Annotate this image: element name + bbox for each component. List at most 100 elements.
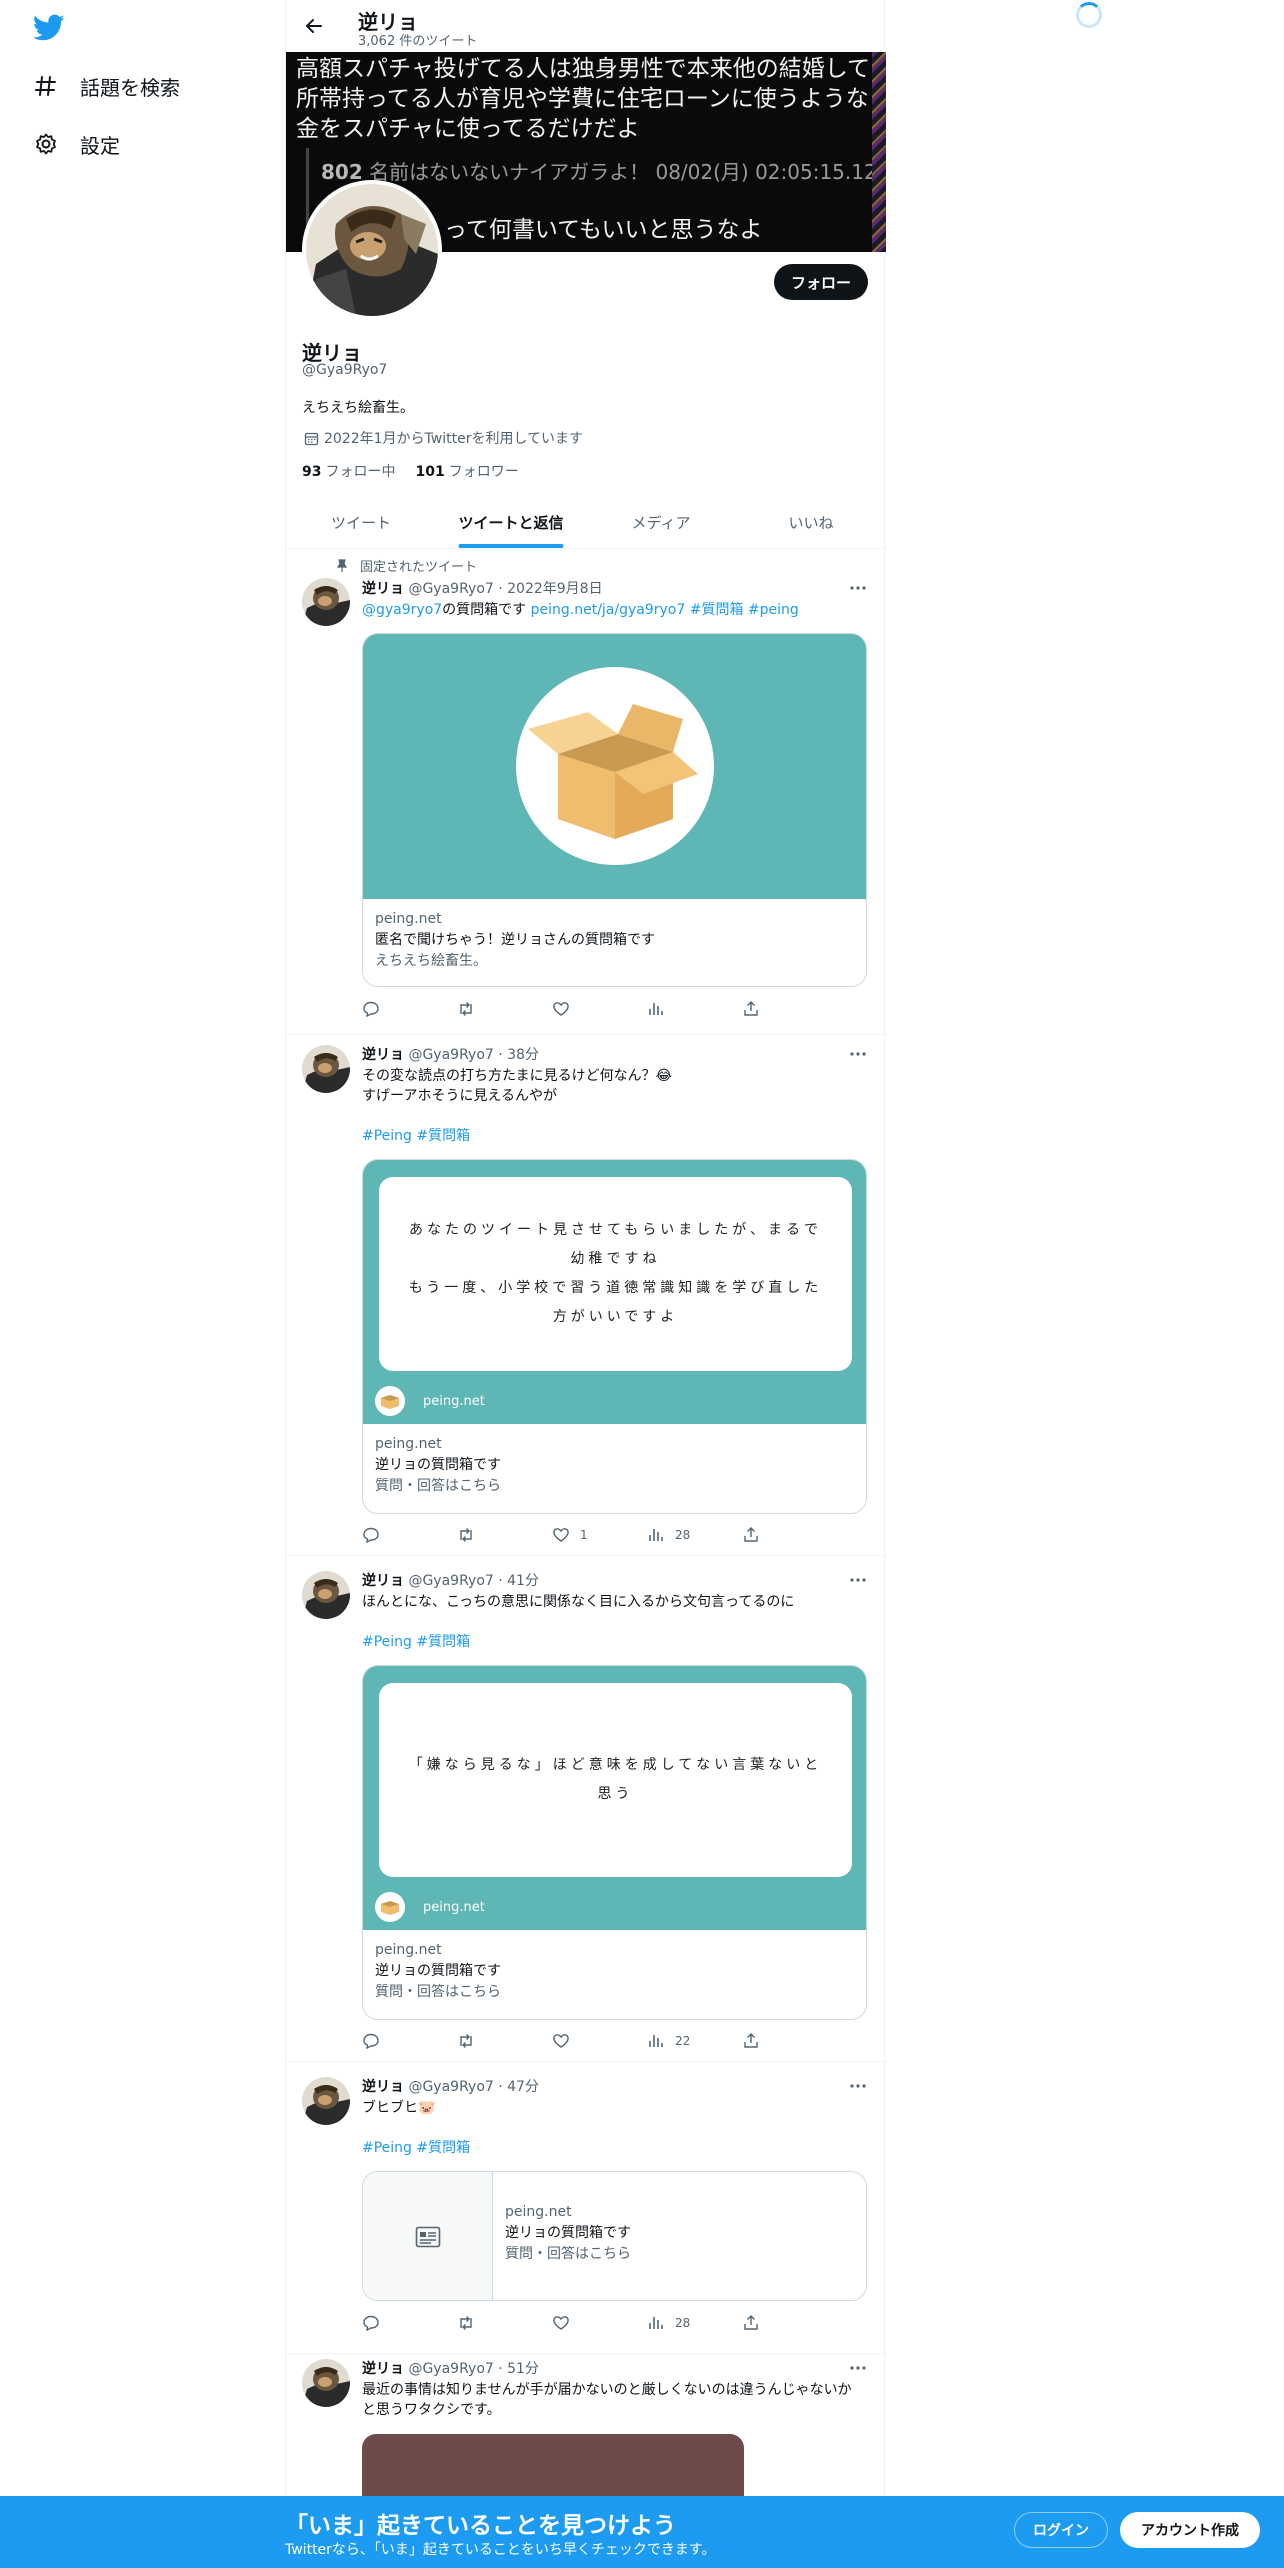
loading-spinner-icon <box>1076 2 1102 28</box>
views-count: 28 <box>675 2316 691 2330</box>
tweet-author-name[interactable]: 逆リョ <box>362 2361 404 2377</box>
retweet-button[interactable] <box>445 999 540 1019</box>
tweet-text: @gya9ryo7の質問箱です peing.net/ja/gya9ryo7 #質… <box>362 600 867 620</box>
signup-banner: 「いま」起きていることを見つけよう Twitterなら、「いま」起きていることを… <box>0 2496 1284 2568</box>
hashtag-icon <box>32 72 60 100</box>
like-button[interactable]: 1 <box>540 1525 635 1545</box>
followers-count: 101 <box>415 464 445 480</box>
more-icon[interactable] <box>848 578 868 598</box>
link-card[interactable]: あなたのツイート見させてもらいましたが、まるで幼稚ですね もう一度、小学校で習う… <box>362 1159 867 1514</box>
tweet-meta: @Gya9Ryo7 · 41分 <box>408 1573 539 1589</box>
login-button[interactable]: ログイン <box>1014 2512 1108 2548</box>
retweet-button[interactable] <box>445 2031 540 2051</box>
tab-media[interactable]: メディア <box>586 496 736 548</box>
tab-tweets-and-replies[interactable]: ツイートと返信 <box>436 496 586 548</box>
views-button[interactable]: 28 <box>635 1525 730 1545</box>
tweet-author-name[interactable]: 逆リョ <box>362 2079 404 2095</box>
reply-icon <box>363 2315 379 2332</box>
heart-icon <box>553 1528 569 1542</box>
follow-button[interactable]: フォロー <box>774 264 868 300</box>
avatar[interactable] <box>302 1045 350 1093</box>
card-image: あなたのツイート見させてもらいましたが、まるで幼稚ですね もう一度、小学校で習う… <box>363 1160 866 1424</box>
tweet-media[interactable] <box>362 2434 744 2504</box>
card-title: 逆リョの質問箱です <box>375 1963 501 1979</box>
like-button[interactable] <box>540 2313 635 2333</box>
question-card-footer: peing.net <box>375 1892 485 1922</box>
hashtags[interactable]: #Peing #質問箱 <box>362 1126 867 1146</box>
share-button[interactable] <box>730 2313 770 2333</box>
link-card[interactable]: peing.net 匿名で聞けちゃう！逆リョさんの質問箱です えちえち絵畜生。 <box>362 633 867 987</box>
hashtags[interactable]: #Peing #質問箱 <box>362 2138 867 2158</box>
nav-explore[interactable]: 話題を検索 <box>32 66 180 106</box>
pinned-text: 固定されたツイート <box>360 560 478 575</box>
views-button[interactable]: 22 <box>635 2031 730 2051</box>
profile-tabs: ツイート ツイートと返信 メディア いいね <box>286 496 886 549</box>
tweet-author-name[interactable]: 逆リョ <box>362 581 404 597</box>
back-arrow-icon[interactable] <box>300 12 328 40</box>
share-button[interactable] <box>730 2031 770 2051</box>
more-icon[interactable] <box>848 2076 868 2096</box>
like-button[interactable] <box>540 2031 635 2051</box>
avatar[interactable] <box>302 578 350 626</box>
tweet-text: ブヒブヒ🐷 <box>362 2100 436 2116</box>
tweet-links[interactable]: peing.net/ja/gya9ryo7 #質問箱 #peing <box>531 602 799 618</box>
card-domain: peing.net <box>505 2204 572 2220</box>
views-button[interactable] <box>635 999 730 1019</box>
share-button[interactable] <box>730 999 770 1019</box>
card-thumbnail <box>363 2172 493 2300</box>
avatar[interactable] <box>302 2077 350 2125</box>
profile-joined: 2022年1月からTwitterを利用しています <box>302 428 583 448</box>
share-button[interactable] <box>730 1525 770 1545</box>
question-text: あなたのツイート見させてもらいましたが、まるで幼稚ですね もう一度、小学校で習う… <box>408 1222 823 1325</box>
reply-button[interactable] <box>350 999 445 1019</box>
box-icon <box>516 667 714 865</box>
avatar[interactable] <box>302 1571 350 1619</box>
banner-quote-line: 名前はないないナイアガラよ！ 08/02(月) 02:05:15.12 <box>369 160 877 184</box>
tweet-author-name[interactable]: 逆リョ <box>362 1047 404 1063</box>
followers-link[interactable]: 101 フォロワー <box>415 461 518 481</box>
question-card-domain: peing.net <box>423 1393 485 1409</box>
more-icon[interactable] <box>848 1570 868 1590</box>
tweet-text: ほんとにな、こっちの意思に関係なく目に入るから文句言ってるのに <box>362 1594 795 1610</box>
like-button[interactable] <box>540 999 635 1019</box>
tab-likes[interactable]: いいね <box>736 496 886 548</box>
views-icon <box>649 2035 663 2047</box>
tweet-meta: @Gya9Ryo7 · 2022年9月8日 <box>408 581 603 597</box>
more-icon[interactable] <box>848 2358 868 2378</box>
tweet-text: 最近の事情は知りませんが手が届かないのと厳しくないのは違うんじゃないかと思うワタ… <box>362 2382 852 2418</box>
hashtags[interactable]: #Peing #質問箱 <box>362 1632 867 1652</box>
profile-bio: えちえち絵畜生。 <box>302 400 414 416</box>
followers-label: フォロワー <box>448 464 519 480</box>
signup-banner-title: 「いま」起きていることを見つけよう <box>285 2513 676 2539</box>
reply-button[interactable] <box>350 1525 445 1545</box>
following-link[interactable]: 93 フォロー中 <box>302 461 395 481</box>
retweet-button[interactable] <box>445 2313 540 2333</box>
main-column: 逆リョ 3,062 件のツイート 高額スパチャ投げてる人は独身男性で本来他の結婚… <box>285 0 886 2568</box>
mention-link[interactable]: @gya9ryo7 <box>362 602 442 618</box>
card-body: peing.net 匿名で聞けちゃう！逆リョさんの質問箱です えちえち絵畜生。 <box>363 899 866 982</box>
retweet-button[interactable] <box>445 1525 540 1545</box>
reply-button[interactable] <box>350 2313 445 2333</box>
tweet-meta: @Gya9Ryo7 · 38分 <box>408 1047 539 1063</box>
tweet-actions <box>350 999 790 1019</box>
nav-settings[interactable]: 設定 <box>32 124 120 164</box>
more-icon[interactable] <box>848 1044 868 1064</box>
avatar[interactable] <box>302 2359 350 2407</box>
share-icon <box>744 2315 758 2330</box>
card-image: 「嫌なら見るな」ほど意味を成してない言葉ないと思う peing.net <box>363 1666 866 1930</box>
twitter-bird-icon[interactable] <box>32 14 65 42</box>
calendar-icon <box>302 429 320 447</box>
article-icon <box>415 2226 440 2248</box>
box-icon <box>375 1386 405 1416</box>
card-domain: peing.net <box>375 1942 442 1958</box>
heart-icon <box>553 1002 569 1016</box>
views-button[interactable]: 28 <box>635 2313 730 2333</box>
reply-button[interactable] <box>350 2031 445 2051</box>
tab-tweets[interactable]: ツイート <box>286 496 436 548</box>
tweet-author-name[interactable]: 逆リョ <box>362 1573 404 1589</box>
profile-avatar[interactable] <box>302 180 442 320</box>
signup-button[interactable]: アカウント作成 <box>1120 2512 1260 2548</box>
link-card[interactable]: peing.net 逆リョの質問箱です 質問・回答はこちら <box>362 2171 867 2301</box>
question-card: 「嫌なら見るな」ほど意味を成してない言葉ないと思う <box>379 1683 852 1877</box>
link-card[interactable]: 「嫌なら見るな」ほど意味を成してない言葉ないと思う peing.net pein… <box>362 1665 867 2020</box>
